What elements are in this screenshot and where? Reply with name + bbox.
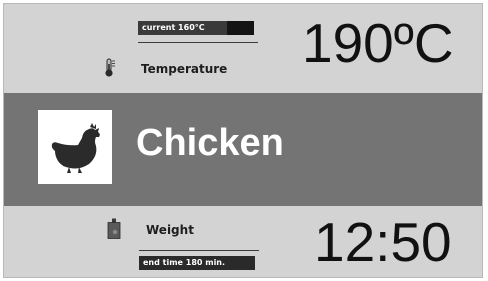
weight-divider [139,250,259,251]
target-temperature-value[interactable]: 190ºC [302,16,454,71]
weight-label: Weight [146,223,194,237]
food-name[interactable]: Chicken [136,124,284,162]
food-tile[interactable] [38,110,112,184]
current-temperature-bar: current 160°C [138,21,254,35]
end-time-label: end time 180 min. [143,258,226,267]
time-value[interactable]: 12:50 [314,215,452,270]
weight-icon [107,218,121,239]
end-time-bar: end time 180 min. [139,256,255,270]
temperature-label: Temperature [141,62,228,76]
temperature-divider [138,42,258,43]
thermometer-icon [105,58,115,77]
chicken-icon [51,123,100,173]
current-temperature-label: current 160°C [142,23,205,32]
